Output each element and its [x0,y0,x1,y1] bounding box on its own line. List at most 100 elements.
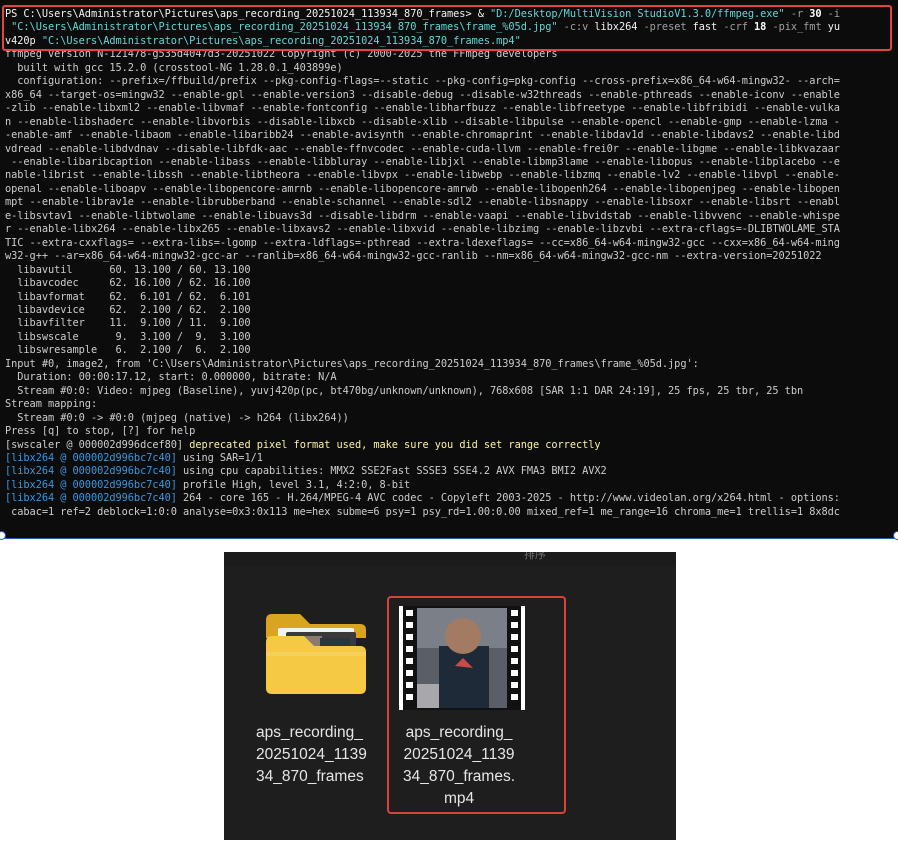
terminal-text-segment: libswresample 6. 2.100 / 6. 2.100 [5,344,251,357]
terminal-line: [libx264 @ 000002d996bc7c40] profile Hig… [5,479,894,492]
terminal-text-segment: Press [q] to stop, [?] for help [5,425,196,438]
terminal-text-segment: "C:\Users\Administrator\Pictures\aps_rec… [41,34,521,47]
terminal-line: libavdevice 62. 2.100 / 62. 2.100 [5,304,894,317]
terminal-text-segment: r --enable-libx264 --enable-libx265 --en… [5,223,840,236]
terminal-line: Input #0, image2, from 'C:\Users\Adminis… [5,358,894,371]
terminal-text-segment: TIC --extra-cxxflags= --extra-libs=-lgom… [5,236,840,249]
terminal-text-segment: nable-librist --enable-libssh --enable-l… [5,169,840,182]
terminal-line: --enable-libaribcaption --enable-libass … [5,156,894,169]
terminal-line: -enable-amf --enable-libaom --enable-lib… [5,129,894,142]
terminal-text-segment: -pix_fmt [766,21,828,34]
terminal-line: configuration: --prefix=/ffbuild/prefix … [5,75,894,88]
terminal-text-segment: using SAR=1/1 [176,451,263,464]
terminal-line: openal --enable-liboapv --enable-libopen… [5,183,894,196]
terminal-text-segment: libavdevice 62. 2.100 / 62. 2.100 [5,303,251,316]
terminal-line: built with gcc 15.2.0 (crosstool-NG 1.28… [5,62,894,75]
terminal-line: "C:\Users\Administrator\Pictures\aps_rec… [5,21,894,34]
terminal-text-segment: 264 - core 165 - H.264/MPEG-4 AVC codec … [176,492,840,505]
terminal-line: Stream #0:0 -> #0:0 (mjpeg (native) -> h… [5,412,894,425]
toolbar-partial-text: 排序 [524,552,546,561]
terminal-text-segment: & [477,8,491,20]
explorer-toolbar-strip: 排序 [224,552,676,566]
terminal-line: vdread --enable-libdvdnav --disable-libf… [5,143,894,156]
video-file-icon [399,606,525,710]
terminal-line: [swscaler @ 000002d996dcef80] deprecated… [5,439,894,452]
terminal-line: libavutil 60. 13.100 / 60. 13.100 [5,264,894,277]
terminal-text-segment: libavcodec 62. 16.100 / 62. 16.100 [5,277,251,290]
file-item-mp4[interactable]: aps_recording_ 20251024_1139 34_870_fram… [387,596,567,816]
terminal-text-segment: using cpu capabilities: MMX2 SSE2Fast SS… [176,465,607,478]
terminal-line: libavcodec 62. 16.100 / 62. 16.100 [5,277,894,290]
terminal-text-segment: libavutil 60. 13.100 / 60. 13.100 [5,263,251,276]
terminal-line: Stream mapping: [5,398,894,411]
terminal-line: e-libsvtav1 --enable-libtwolame --enable… [5,210,894,223]
terminal-text-segment: vdread --enable-libdvdnav --disable-libf… [5,142,840,155]
terminal-line: TIC --extra-cxxflags= --extra-libs=-lgom… [5,237,894,250]
powershell-terminal[interactable]: PS C:\Users\Administrator\Pictures\aps_r… [0,0,898,539]
terminal-text-segment: profile High, level 3.1, 4:2:0, 8-bit [176,478,411,491]
terminal-line: [libx264 @ 000002d996bc7c40] 264 - core … [5,492,894,505]
terminal-line: r --enable-libx264 --enable-libx265 --en… [5,223,894,236]
terminal-text-segment: [libx264 @ 000002d996bc7c40] [5,478,177,491]
file-explorer-view[interactable]: 排序 aps_recording_ 20251024_1139 34_870_f… [224,552,676,840]
terminal-line: mpt --enable-librav1e --enable-librubber… [5,196,894,209]
terminal-line: PS C:\Users\Administrator\Pictures\aps_r… [5,8,894,21]
terminal-line: -zlib --enable-libxml2 --enable-libvmaf … [5,102,894,115]
selection-handle [893,531,898,540]
terminal-line: libavfilter 11. 9.100 / 11. 9.100 [5,317,894,330]
terminal-line: v420p "C:\Users\Administrator\Pictures\a… [5,35,894,48]
terminal-text-segment: "D:/Desktop/MultiVision StudioV1.3.0/ffm… [490,8,785,20]
terminal-line: libswresample 6. 2.100 / 6. 2.100 [5,344,894,357]
terminal-text-segment: 18 [754,21,767,34]
terminal-text-segment: libavformat 62. 6.101 / 62. 6.101 [5,290,251,303]
terminal-text-segment: --enable-libaribcaption --enable-libass … [5,155,840,168]
terminal-line: Stream #0:0: Video: mjpeg (Baseline), yu… [5,385,894,398]
terminal-text-segment: w32-g++ --ar=x86_64-w64-mingw32-gcc-ar -… [5,250,822,263]
terminal-text-segment: 30 [809,8,822,20]
terminal-text-segment: [libx264 @ 000002d996bc7c40] [5,465,177,478]
terminal-text-segment: [libx264 @ 000002d996bc7c40] [5,492,177,505]
terminal-text-segment: -i [821,8,840,20]
terminal-text-segment: v420p [5,34,42,47]
terminal-text-segment: Duration: 00:00:17.12, start: 0.000000, … [5,371,337,384]
terminal-text-segment: mpt --enable-librav1e --enable-librubber… [5,196,840,209]
terminal-text-segment: libswscale 9. 3.100 / 9. 3.100 [5,330,251,343]
terminal-text-segment: -zlib --enable-libxml2 --enable-libvmaf … [5,102,840,115]
terminal-text-segment: Stream #0:0: Video: mjpeg (Baseline), yu… [5,384,804,397]
terminal-text-segment: -enable-amf --enable-libaom --enable-lib… [5,129,840,142]
terminal-text-segment: Stream #0:0 -> #0:0 (mjpeg (native) -> h… [5,411,349,424]
terminal-text-segment: -r [784,8,810,20]
terminal-line: w32-g++ --ar=x86_64-w64-mingw32-gcc-ar -… [5,250,894,263]
terminal-line: Duration: 00:00:17.12, start: 0.000000, … [5,371,894,384]
terminal-text-segment: [swscaler @ 000002d996dcef80] [5,438,190,451]
terminal-line: [libx264 @ 000002d996bc7c40] using cpu c… [5,465,894,478]
terminal-line: cabac=1 ref=2 deblock=1:0:0 analyse=0x3:… [5,506,894,519]
terminal-line: ffmpeg version N-121478-g535d4047d3-2025… [5,48,894,61]
terminal-text-segment: PS C:\Users\Administrator\Pictures\aps_r… [5,8,478,20]
terminal-text-segment: n --enable-libshaderc --enable-libvorbis… [5,115,840,128]
terminal-line: x86_64 --target-os=mingw32 --enable-gpl … [5,89,894,102]
folder-label: aps_recording_ 20251024_1139 34_870_fram… [256,724,367,785]
terminal-text-segment: "C:\Users\Administrator\Pictures\aps_rec… [5,21,558,34]
terminal-text-segment: Stream mapping: [5,398,98,411]
terminal-output: PS C:\Users\Administrator\Pictures\aps_r… [5,8,894,519]
terminal-line: [libx264 @ 000002d996bc7c40] using SAR=1… [5,452,894,465]
terminal-text-segment: x86_64 --target-os=mingw32 --enable-gpl … [5,88,840,101]
terminal-text-segment: libavfilter 11. 9.100 / 11. 9.100 [5,317,251,330]
terminal-text-segment: fast [692,21,718,34]
terminal-text-segment: -c:v [557,21,595,34]
mp4-label: aps_recording_ 20251024_1139 34_870_fram… [403,724,516,807]
terminal-text-segment: Input #0, image2, from 'C:\Users\Adminis… [5,357,699,370]
terminal-line: libswscale 9. 3.100 / 9. 3.100 [5,331,894,344]
terminal-text-segment: cabac=1 ref=2 deblock=1:0:0 analyse=0x3:… [5,505,840,518]
terminal-text-segment: -crf [717,21,755,34]
terminal-text-segment: deprecated pixel format used, make sure … [189,438,601,451]
terminal-text-segment: openal --enable-liboapv --enable-libopen… [5,182,840,195]
folder-icon [266,614,366,694]
terminal-text-segment: [libx264 @ 000002d996bc7c40] [5,451,177,464]
terminal-text-segment: libx264 [594,21,638,34]
terminal-text-segment: configuration: --prefix=/ffbuild/prefix … [5,75,840,88]
terminal-line: Press [q] to stop, [?] for help [5,425,894,438]
terminal-text-segment: yu [827,21,841,34]
terminal-text-segment: built with gcc 15.2.0 (crosstool-NG 1.28… [5,61,343,74]
